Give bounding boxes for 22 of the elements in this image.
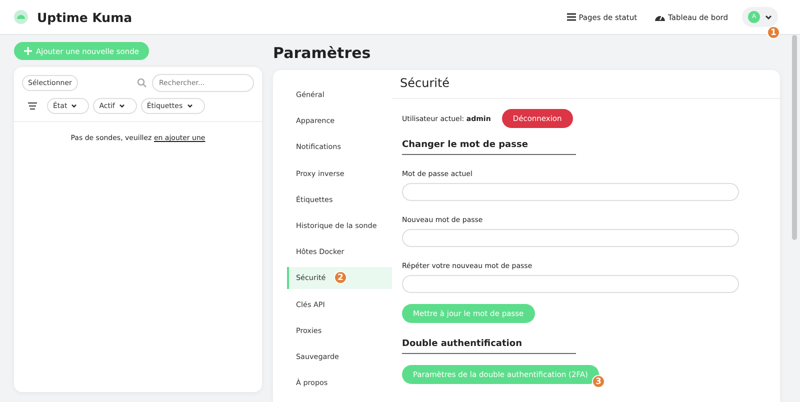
caret-icon [71, 104, 78, 108]
filter-list-icon[interactable] [28, 102, 37, 110]
password-field[interactable] [402, 275, 739, 293]
caret-icon [118, 104, 125, 108]
scrollbar[interactable] [792, 35, 797, 240]
section-title: Sécurité [392, 76, 780, 99]
section-heading: Double authentification [402, 339, 576, 354]
caret-icon [186, 104, 193, 108]
section-heading: Changer le mot de passe [402, 140, 576, 155]
list-icon [566, 13, 576, 21]
step-badge: 3 [592, 375, 605, 388]
plus-icon [24, 47, 32, 55]
search-icon [137, 78, 147, 88]
app-title: Uptime Kuma [37, 10, 132, 24]
gauge-icon [655, 13, 666, 21]
logo-icon [14, 10, 28, 24]
step-badge: 2 [334, 271, 347, 284]
step-badge: 1 [767, 26, 780, 39]
caret-icon [765, 14, 772, 20]
password-field[interactable] [402, 183, 739, 201]
page-title: Paramètres [273, 44, 372, 62]
password-field[interactable] [402, 229, 739, 247]
